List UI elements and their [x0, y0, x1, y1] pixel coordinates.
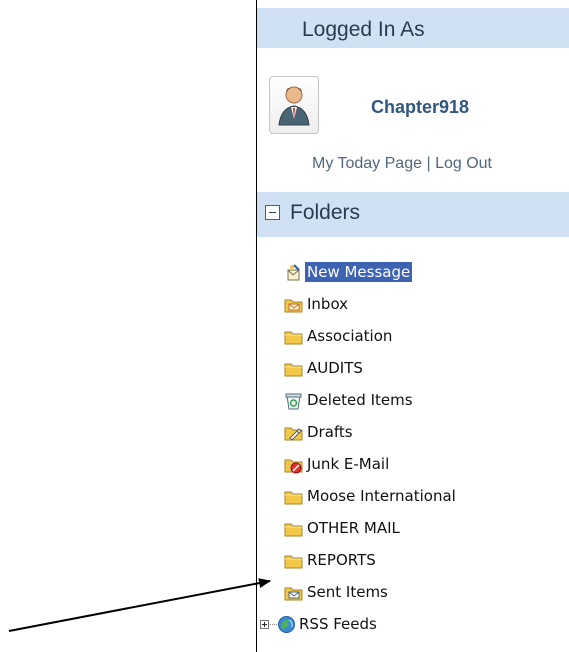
folder-label: Association — [307, 327, 393, 345]
drafts-icon — [284, 427, 303, 441]
link-separator: | — [426, 155, 431, 172]
folder-label: New Message — [305, 262, 413, 282]
sent-items-icon — [284, 587, 303, 601]
user-avatar-icon — [278, 86, 310, 126]
rss-feeds-icon — [278, 616, 295, 633]
folder-label: AUDITS — [307, 359, 363, 377]
folders-title: Folders — [290, 201, 361, 224]
account-links: My Today Page | Log Out — [312, 155, 492, 173]
folder-icon — [284, 523, 303, 537]
folder-label: Sent Items — [307, 583, 388, 601]
collapse-folders-icon[interactable] — [265, 205, 280, 220]
folder-icon — [284, 331, 303, 345]
expand-rss-feeds-icon[interactable] — [260, 620, 269, 629]
folder-label: Junk E-Mail — [307, 455, 390, 473]
new-message-icon — [287, 264, 300, 281]
folder-icon — [284, 555, 303, 569]
logged-in-username: Chapter918 — [371, 97, 470, 117]
folder-label: Drafts — [307, 423, 353, 441]
folder-label: OTHER MAIL — [307, 519, 400, 537]
folder-label: Moose International — [307, 487, 456, 505]
deleted-items-icon — [285, 393, 302, 410]
logged-in-header: Logged In As — [257, 8, 569, 48]
junk-email-icon — [284, 459, 303, 474]
my-today-page-link[interactable]: My Today Page — [312, 155, 422, 172]
folder-label: REPORTS — [307, 551, 376, 569]
logged-in-title: Logged In As — [302, 18, 425, 41]
inbox-folder-icon — [284, 299, 303, 313]
folder-icon — [284, 491, 303, 505]
folder-icon — [284, 363, 303, 377]
log-out-link[interactable]: Log Out — [435, 155, 492, 172]
folder-label: Inbox — [307, 295, 349, 313]
mail-navigation-panel: Logged In As Chapter918 My Today Page | … — [257, 0, 569, 652]
folder-label: Deleted Items — [307, 391, 413, 409]
folders-header[interactable]: Folders — [257, 192, 569, 237]
avatar — [269, 76, 319, 134]
tree-connector — [270, 624, 277, 625]
folder-label: RSS Feeds — [299, 615, 377, 633]
